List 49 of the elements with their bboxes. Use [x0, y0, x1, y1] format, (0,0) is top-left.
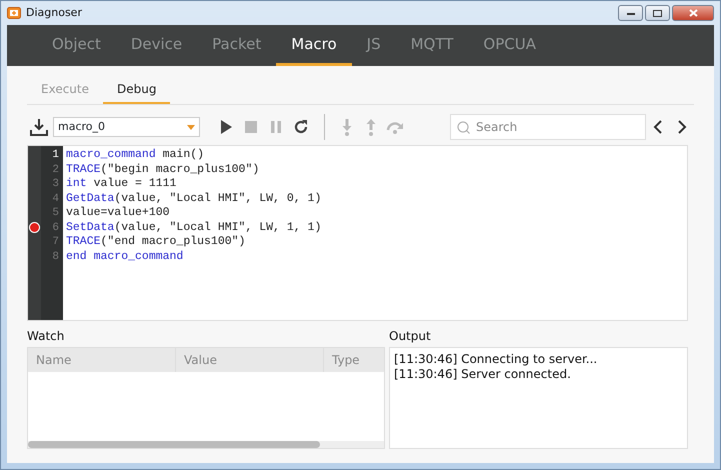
app-icon [7, 7, 21, 19]
tab[interactable]: JS [352, 25, 396, 66]
close-button[interactable] [672, 5, 714, 21]
code-editor[interactable] [27, 145, 688, 321]
column-header[interactable]: Name [28, 348, 176, 372]
chevron-left-icon [653, 120, 663, 134]
macro-dropdown[interactable]: macro_0 [53, 117, 200, 137]
line-number: 3 [51, 177, 60, 192]
panel-title: Watch [27, 328, 66, 345]
window-title: Diagnoser [26, 4, 82, 21]
code-line: SetData(value, "Local HMI", LW, 1, 1) [66, 220, 322, 235]
line-number: 5 [51, 206, 60, 220]
minimize-icon [626, 12, 634, 14]
tab[interactable]: Object [37, 25, 116, 66]
caret-icon [187, 124, 195, 130]
tab[interactable]: MQTT [396, 25, 468, 66]
code-line: macro_command main() [66, 148, 206, 162]
tab[interactable]: Packet [197, 25, 276, 66]
code-line: TRACE("end macro_plus100") [66, 235, 246, 250]
code-line: GetData(value, "Local HMI", LW, 0, 1) [66, 192, 322, 206]
maximize-icon [653, 10, 662, 16]
minimize-button[interactable] [618, 5, 643, 21]
line-number: 4 [51, 192, 60, 206]
search-field[interactable]: Search [450, 114, 646, 140]
log-line: [11:30:46] Server connected. [394, 367, 572, 382]
code-line: value=value+100 [66, 206, 171, 220]
scrollbar-thumb[interactable] [28, 441, 320, 448]
column-header[interactable]: Value [176, 348, 324, 372]
log-line: [11:30:46] Connecting to server... [394, 352, 598, 367]
code-line: end macro_command [66, 250, 184, 264]
close-icon [688, 9, 698, 17]
panel-title: Output [389, 328, 432, 345]
tab[interactable]: Execute [27, 76, 103, 104]
tab[interactable]: Device [116, 25, 198, 66]
line-number: 1 [51, 148, 60, 162]
column-header[interactable]: Type [324, 348, 384, 372]
line-number: 6 [51, 220, 60, 235]
chevron-right-icon [677, 120, 687, 134]
tab[interactable]: Debug [103, 76, 170, 104]
tab[interactable]: Macro [276, 25, 352, 66]
search-icon [457, 121, 470, 134]
line-number: 2 [51, 162, 60, 177]
maximize-button[interactable] [645, 5, 670, 21]
code-line: TRACE("begin macro_plus100") [66, 162, 260, 177]
code-line: int value = 1111 [66, 177, 178, 192]
breakpoint-icon[interactable] [29, 222, 40, 234]
tab[interactable]: OPCUA [468, 25, 551, 66]
line-number: 7 [51, 235, 60, 250]
line-number: 8 [51, 250, 60, 264]
